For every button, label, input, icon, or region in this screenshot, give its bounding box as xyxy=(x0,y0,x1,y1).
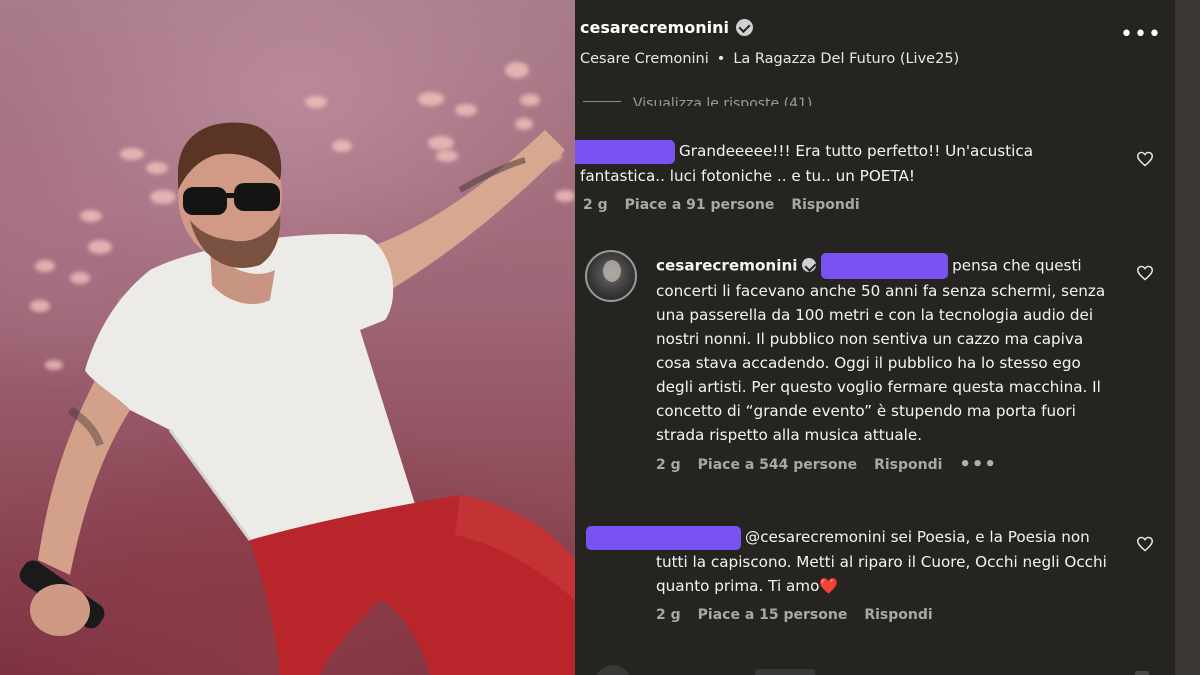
view-replies-label: Visualizza le risposte (41) xyxy=(633,96,813,106)
comment-body: @cesarecremonini sei Poesia, e la Poesia… xyxy=(586,525,1116,598)
comment-likes[interactable]: Piace a 544 persone xyxy=(698,457,857,478)
comment-meta: 2 g Piace a 15 persone Rispondi xyxy=(656,607,1116,623)
concert-photo xyxy=(0,0,575,675)
redacted-mention xyxy=(821,253,949,279)
comment-body: cesarecremonini pensa che questi concert… xyxy=(656,253,1116,447)
comment-body: Grandeeeee!!! Era tutto perfetto!! Un'ac… xyxy=(575,139,1100,188)
comment-more-icon[interactable]: ••• xyxy=(959,454,997,475)
heart-outline-icon[interactable] xyxy=(1136,265,1154,281)
instagram-comments-panel: cesarecremonini Cesare Cremonini • La Ra… xyxy=(575,0,1175,675)
artist-name: Cesare Cremonini xyxy=(580,51,709,67)
comment-text: pensa che questi concerti li facevano an… xyxy=(656,256,1106,445)
redacted-username xyxy=(575,139,675,164)
comment-meta: 2 g Piace a 91 persone Rispondi xyxy=(583,197,1100,213)
comment-item: cesarecremonini pensa che questi concert… xyxy=(656,253,1116,478)
comment-time: 2 g xyxy=(656,606,681,623)
next-comment-cutoff xyxy=(575,655,1175,675)
background-edge xyxy=(1175,0,1200,675)
comment-item: @cesarecremonini sei Poesia, e la Poesia… xyxy=(586,525,1116,623)
post-audio-info[interactable]: Cesare Cremonini • La Ragazza Del Futuro… xyxy=(580,51,959,67)
heart-outline-icon[interactable] xyxy=(1136,151,1154,167)
heart-emoji-icon: ❤️ xyxy=(819,576,839,595)
comment-likes[interactable]: Piace a 91 persone xyxy=(625,197,775,213)
verified-badge-icon xyxy=(736,19,754,36)
comment-item: Grandeeeee!!! Era tutto perfetto!! Un'ac… xyxy=(575,139,1100,213)
comment-time: 2 g xyxy=(656,457,681,473)
reply-button[interactable]: Rispondi xyxy=(874,457,942,478)
reply-button[interactable]: Rispondi xyxy=(864,607,932,623)
verified-badge-icon xyxy=(802,257,817,272)
comment-likes[interactable]: Piace a 15 persone xyxy=(698,607,848,623)
avatar[interactable] xyxy=(585,250,637,302)
comment-meta: 2 g Piace a 544 persone Rispondi ••• xyxy=(656,454,1116,478)
song-title: La Ragazza Del Futuro (Live25) xyxy=(733,51,960,67)
post-author[interactable]: cesarecremonini xyxy=(580,18,754,37)
reply-button[interactable]: Rispondi xyxy=(791,197,859,213)
view-replies-link[interactable]: Visualizza le risposte (41) xyxy=(583,90,883,106)
more-options-icon[interactable]: ••• xyxy=(1120,24,1162,46)
heart-outline-icon[interactable] xyxy=(1136,536,1154,552)
separator: • xyxy=(716,51,726,67)
comment-username[interactable]: cesarecremonini xyxy=(656,257,797,275)
redacted-username xyxy=(586,525,741,550)
singer-figure xyxy=(19,122,575,675)
comment-time: 2 g xyxy=(583,196,608,213)
post-username[interactable]: cesarecremonini xyxy=(580,18,729,37)
divider xyxy=(583,101,621,102)
